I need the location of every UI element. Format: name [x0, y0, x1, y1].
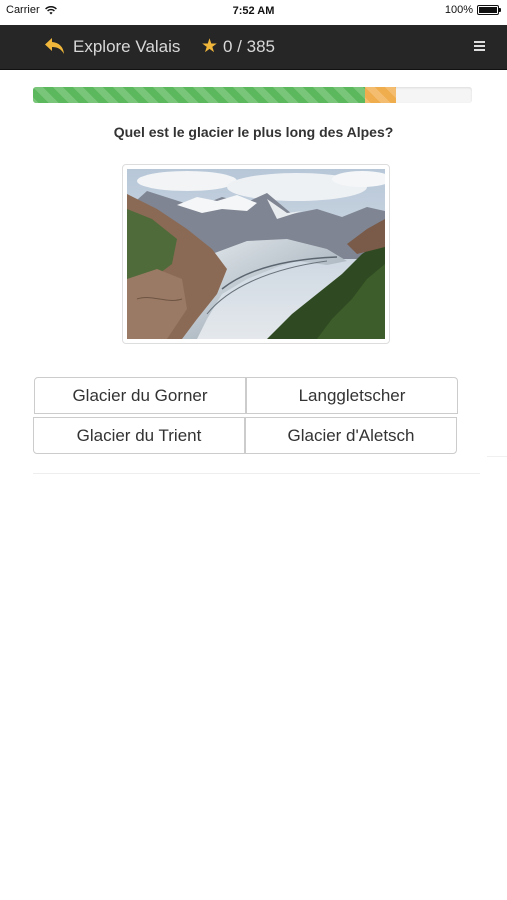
status-right: 100% [444, 4, 501, 16]
battery-icon [477, 5, 501, 15]
progress-correct-segment [33, 87, 365, 103]
hamburger-menu-icon[interactable] [474, 41, 485, 51]
clock: 7:52 AM [232, 5, 275, 17]
divider [33, 473, 480, 474]
star-icon: ★ [201, 36, 219, 57]
answer-button-1[interactable]: Glacier du Gorner [34, 377, 246, 414]
divider-right [487, 456, 507, 457]
question-text: Quel est le glacier le plus long des Alp… [113, 124, 394, 140]
progress-wrong-segment [365, 87, 396, 103]
glacier-photo [127, 169, 385, 339]
battery-percent: 100% [444, 4, 473, 16]
answer-group: Glacier du Gorner Langgletscher Glacier … [33, 376, 458, 454]
answer-button-3[interactable]: Glacier du Trient [33, 417, 245, 454]
score-counter: 0 / 385 [223, 37, 275, 56]
answer-button-2[interactable]: Langgletscher [246, 377, 458, 414]
reply-arrow-icon[interactable] [44, 36, 66, 56]
status-bar: Carrier 7:52 AM 100% [0, 0, 507, 25]
question-image [122, 164, 390, 344]
quiz-progress-bar [33, 87, 472, 103]
answer-button-4[interactable]: Glacier d'Aletsch [245, 417, 457, 454]
nav-title[interactable]: Explore Valais [73, 37, 180, 57]
nav-bar: Explore Valais ★ 0 / 385 [0, 25, 507, 70]
